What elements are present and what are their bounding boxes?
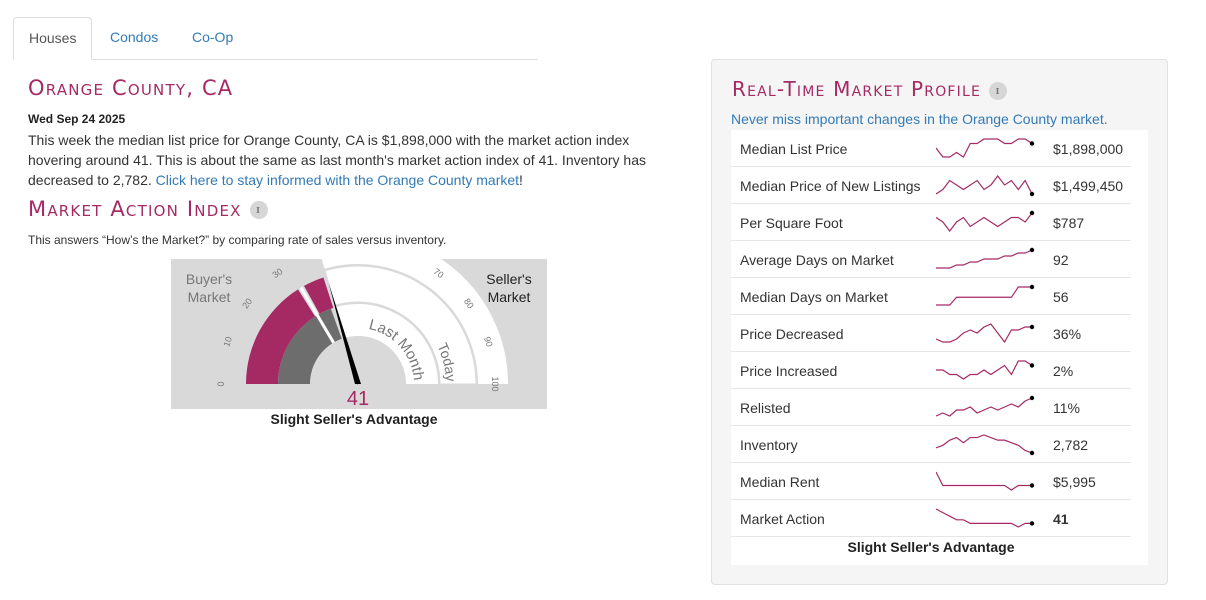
info-icon[interactable]: i [249,201,268,219]
profile-row-value: 11% [1053,400,1080,416]
profile-caption: Slight Seller's Advantage [847,539,1015,555]
profile-title-text: Real-Time Market Profile [732,77,982,101]
sparkline-path [936,286,1032,306]
profile-row-label: Median List Price [740,141,848,157]
sparkline-path [936,360,1033,380]
sellers-label-line1: Seller's [486,271,531,287]
profile-row-label: Median Days on Market [740,289,888,305]
profile-row-label: Price Decreased [740,326,844,342]
profile-row-label: Market Action [740,511,825,527]
sparkline [936,508,1035,528]
sparkline-path [936,434,1033,454]
sparkline-path [936,249,1033,269]
sparkline-path [936,397,1033,417]
profile-row: Price Increased 2% [731,352,1131,389]
sparkline-endpoint [1029,363,1035,368]
sparkline-path [936,471,1032,491]
sparkline-endpoint [1029,450,1035,456]
profile-row: Median Price of New Listings $1,499,450 [731,167,1131,204]
profile-info-icon[interactable]: i [989,81,1008,100]
sparkline-endpoint [1029,247,1035,253]
market-action-gauge: 0102030405060708090100Last MonthToday Bu… [171,259,547,409]
gauge-caption: Slight Seller's Advantage [270,411,438,427]
profile-table: Slight Seller's Advantage Median List Pr… [731,130,1148,565]
sparkline [936,471,1035,491]
profile-row-label: Average Days on Market [740,252,894,268]
county-title: Orange County, CA [28,76,234,100]
tab-houses[interactable]: Houses [13,17,93,60]
market-summary: This week the median list price for Oran… [28,130,658,190]
profile-row: Per Square Foot $787 [731,204,1131,241]
property-type-tabs: Houses Condos Co-Op [13,17,538,60]
sparkline-endpoint [1029,483,1035,488]
profile-row: Relisted 11% [731,389,1131,426]
sellers-label-line2: Market [488,289,531,305]
sparkline-endpoint [1029,395,1035,401]
buyers-label-line1: Buyer's [186,271,232,287]
sparkline-path [936,212,1033,232]
mai-title-text: Market Action Index [28,197,242,221]
profile-row-label: Inventory [740,437,798,453]
tab-condos[interactable]: Condos [95,17,173,58]
profile-row-value: $787 [1053,215,1085,231]
sparkline-path [936,508,1032,528]
profile-row-value: 36% [1053,326,1082,342]
sparkline [936,395,1035,417]
sparkline [936,247,1035,269]
profile-row-value: $5,995 [1053,474,1096,490]
sparkline-endpoint [1029,210,1035,216]
profile-row-value: 2% [1053,363,1074,379]
sparkline-path [936,138,1033,158]
profile-row-value: 2,782 [1053,437,1089,453]
tab-co-op[interactable]: Co-Op [177,17,248,58]
profile-row: Median Days on Market 56 [731,278,1131,315]
sparkline [936,284,1035,306]
profile-row-value: 41 [1053,511,1069,527]
sparkline [936,210,1035,232]
profile-row: Median List Price $1,898,000 [731,130,1131,167]
buyers-label-line2: Market [188,289,231,305]
report-date: Wed Sep 24 2025 [28,112,126,126]
profile-row-value: $1,499,450 [1053,178,1124,194]
profile-row-label: Per Square Foot [740,215,843,231]
sparkline-endpoint [1029,521,1035,526]
sparkline-path [936,323,1032,344]
market-profile-title: Real-Time Market Profile i [732,77,1008,101]
profile-row: Median Rent $5,995 [731,463,1131,500]
market-profile-panel: Real-Time Market Profile i Never miss imp… [711,59,1168,585]
sparkline [936,434,1035,456]
profile-row: Market Action 41 [731,500,1131,537]
sparkline-endpoint [1029,324,1035,330]
profile-row-label: Median Price of New Listings [740,178,921,194]
profile-row: Average Days on Market 92 [731,241,1131,278]
profile-row-value: 92 [1053,252,1069,268]
stay-informed-link[interactable]: Click here to stay informed with the Ora… [156,172,519,188]
sparkline-endpoint [1029,141,1035,146]
summary-trail: ! [519,172,523,188]
profile-subtitle-link[interactable]: Never miss important changes in the Oran… [731,111,1108,127]
gauge-tick-100: 100 [490,376,500,391]
profile-row-label: Price Increased [740,363,838,379]
profile-row-value: $1,898,000 [1053,141,1124,157]
market-action-index-title: Market Action Index i [28,197,268,221]
sparkline-endpoint [1029,191,1035,197]
profile-row-label: Relisted [740,400,791,416]
profile-row: Inventory 2,782 [731,426,1131,463]
sparkline-path [936,175,1033,195]
sparkline [936,175,1035,197]
profile-row: Price Decreased 36% [731,315,1131,352]
profile-row-value: 56 [1053,289,1069,305]
gauge-value: 41 [347,388,369,409]
mai-description: This answers “How’s the Market?” by comp… [28,233,447,247]
gauge-tick-0: 0 [216,381,226,386]
profile-row-label: Median Rent [740,474,820,490]
sparkline-endpoint [1029,284,1035,290]
sparkline [936,360,1035,380]
sparkline [936,138,1035,158]
sparkline [936,323,1035,344]
